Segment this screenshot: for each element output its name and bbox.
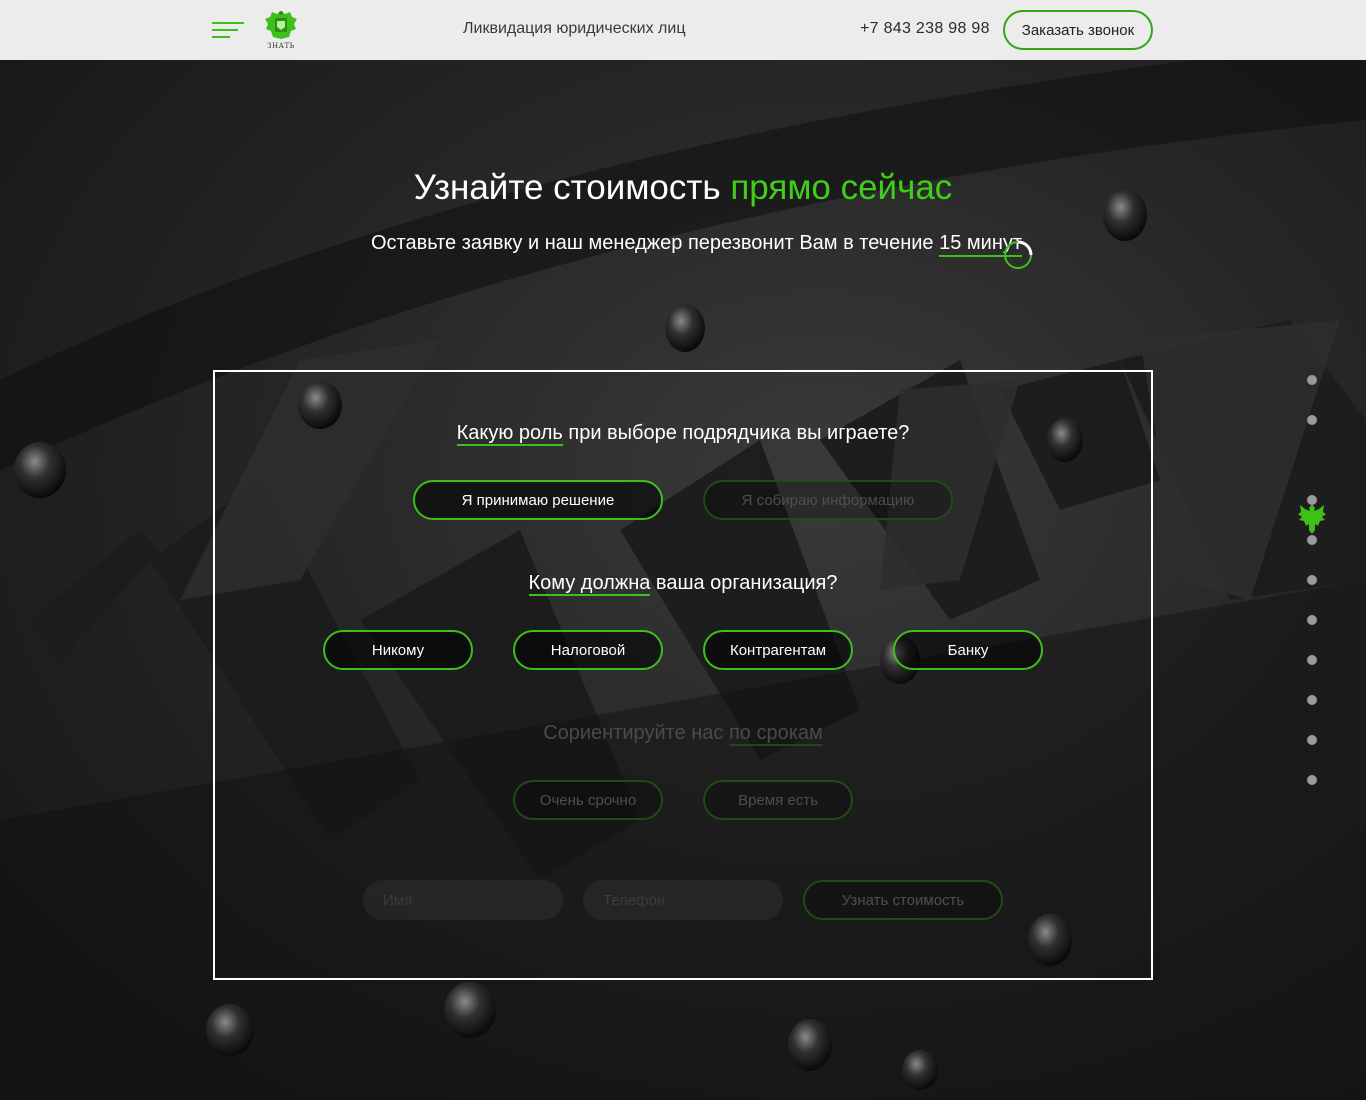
nav-dot-5[interactable] <box>1307 535 1317 545</box>
quiz-form: Какую роль при выборе подрядчика вы игра… <box>213 370 1153 980</box>
option-decision-maker[interactable]: Я принимаю решение <box>413 480 663 520</box>
question-role-text: при выборе подрядчика вы играете? <box>562 422 910 444</box>
hero-section: Узнайте стоимость прямо сейчас Оставьте … <box>0 60 1366 1100</box>
nav-dot-1[interactable] <box>1307 375 1317 385</box>
header-phone[interactable]: +7 843 238 98 98 <box>860 20 990 38</box>
question-timing-highlight: по срокам <box>728 722 823 746</box>
question-debt-highlight: Кому должна <box>528 572 651 596</box>
nav-dot-6[interactable] <box>1307 575 1317 585</box>
hero-title-main: Узнайте стоимость <box>413 168 731 207</box>
question-role: Какую роль при выборе подрядчика вы игра… <box>215 422 1151 446</box>
option-bank[interactable]: Банку <box>893 630 1043 670</box>
option-counterparties[interactable]: Контрагентам <box>703 630 853 670</box>
question-debt: Кому должна ваша организация? <box>215 572 1151 596</box>
get-price-button[interactable]: Узнать стоимость <box>803 880 1003 920</box>
order-call-button[interactable]: Заказать звонок <box>1003 10 1153 50</box>
site-header: ЗНАТЬ Ликвидация юридических лиц +7 843 … <box>0 0 1366 60</box>
hero-title-accent: прямо сейчас <box>730 168 953 207</box>
option-very-urgent[interactable]: Очень срочно <box>513 780 663 820</box>
nav-dot-8[interactable] <box>1307 655 1317 665</box>
option-time-available[interactable]: Время есть <box>703 780 853 820</box>
nav-dot-7[interactable] <box>1307 615 1317 625</box>
nav-dot-4[interactable] <box>1307 495 1317 505</box>
menu-icon[interactable] <box>212 21 244 39</box>
option-nobody[interactable]: Никому <box>323 630 473 670</box>
question-timing-text: Сориентируйте нас <box>543 722 729 744</box>
timer-icon <box>1004 240 1033 269</box>
nav-dot-9[interactable] <box>1307 695 1317 705</box>
eagle-icon[interactable] <box>1297 502 1327 536</box>
name-input[interactable] <box>363 880 563 920</box>
hero-title: Узнайте стоимость прямо сейчас <box>0 168 1366 208</box>
hero-subtitle: Оставьте заявку и наш менеджер перезвони… <box>371 232 1023 257</box>
question-debt-text: ваша организация? <box>650 572 838 594</box>
header-tagline: Ликвидация юридических лиц <box>463 20 686 37</box>
hero-subtitle-main: Оставьте заявку и наш менеджер перезвони… <box>371 232 934 254</box>
phone-input[interactable] <box>583 880 783 920</box>
logo-text: ЗНАТЬ <box>267 42 295 50</box>
nav-dot-10[interactable] <box>1307 735 1317 745</box>
question-role-highlight: Какую роль <box>456 422 563 446</box>
option-tax-office[interactable]: Налоговой <box>513 630 663 670</box>
option-info-gatherer[interactable]: Я собираю информацию <box>703 480 953 520</box>
nav-dot-11[interactable] <box>1307 775 1317 785</box>
question-timing: Сориентируйте нас по срокам <box>215 722 1151 746</box>
nav-dot-2[interactable] <box>1307 415 1317 425</box>
